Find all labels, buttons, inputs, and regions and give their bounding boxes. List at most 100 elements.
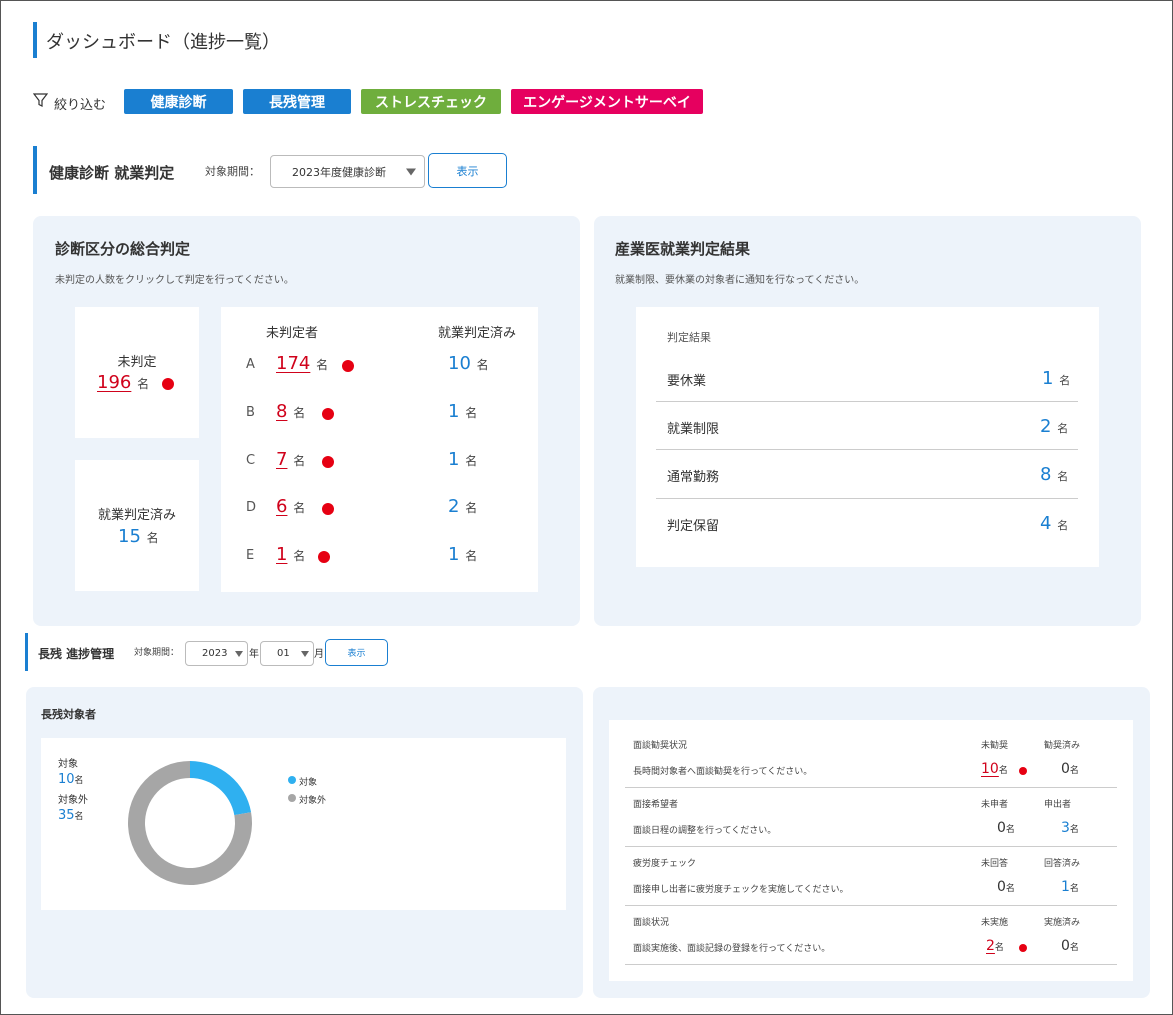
status-col2-count: 3名 — [1061, 820, 1079, 836]
overtime-targets-title: 長残対象者 — [41, 708, 96, 721]
grade-undetermined-value[interactable]: 6 — [276, 496, 287, 517]
grade-decided: 1 名 — [448, 544, 477, 565]
divider — [656, 401, 1078, 402]
doctor-result-label: 通常勤務 — [667, 470, 720, 485]
status-col1-count[interactable]: 2名 — [986, 938, 1004, 954]
unit-label: 名 — [1069, 825, 1079, 835]
grade-decided: 1 名 — [448, 401, 477, 422]
status-col1-value[interactable]: 2 — [986, 938, 995, 954]
target-label: 対象 — [58, 759, 78, 770]
doctor-result-label: 要休業 — [667, 374, 707, 389]
status-col2-header: 回答済み — [1044, 859, 1081, 869]
unit-label: 名 — [998, 766, 1008, 776]
status-row-desc: 長時間対象者へ面談勧奨を行ってください。 — [633, 767, 813, 777]
undetermined-label: 未判定 — [117, 355, 157, 370]
overtime-period-label: 対象期間： — [134, 648, 180, 658]
overtime-month-select[interactable]: 01 — [260, 641, 314, 666]
overtime-month-value: 01 — [277, 648, 290, 659]
doctor-result-count: 8 名 — [1040, 464, 1068, 485]
unit-label: 名 — [476, 358, 489, 372]
decided-total: 15 名 — [118, 526, 159, 547]
unit-label: 名 — [74, 812, 84, 822]
alert-dot-icon — [322, 408, 334, 420]
undetermined-total[interactable]: 196 名 — [97, 372, 149, 393]
doctor-result-count: 2 名 — [1040, 416, 1068, 437]
health-show-button[interactable]: 表示 — [428, 153, 507, 188]
grade-undetermined-value[interactable]: 8 — [276, 401, 287, 422]
grade-undetermined-value[interactable]: 1 — [276, 544, 287, 565]
health-section-accent-bar — [33, 146, 37, 194]
divider — [625, 846, 1117, 847]
target-count: 10名 — [58, 772, 84, 787]
status-col2-header: 申出者 — [1044, 800, 1072, 810]
doctor-result-label: 判定保留 — [667, 519, 720, 534]
filter-chip-overtime[interactable]: 長残管理 — [243, 89, 351, 114]
overall-judgment-title: 診断区分の総合判定 — [55, 240, 191, 258]
doctor-result-value: 1 — [1042, 368, 1054, 389]
status-row-title: 面接希望者 — [633, 800, 679, 810]
doctor-result-count: 1 名 — [1042, 368, 1070, 389]
grade-undetermined[interactable]: 8 名 — [276, 401, 305, 422]
grade-undetermined[interactable]: 174 名 — [276, 353, 328, 374]
alert-dot-icon — [162, 378, 174, 390]
status-col2-value: 0 — [1061, 938, 1070, 954]
divider — [625, 905, 1117, 906]
title-accent-bar — [33, 22, 37, 58]
health-period-value: 2023年度健康診断 — [292, 165, 386, 179]
unit-label: 名 — [1057, 422, 1069, 435]
filter-chip-engagement-survey[interactable]: エンゲージメントサーベイ — [511, 89, 703, 114]
doctor-result-value: 2 — [1040, 416, 1052, 437]
grade-decided-value: 1 — [448, 544, 460, 565]
col-undetermined-header: 未判定者 — [266, 326, 319, 341]
filter-chip-health-checkup[interactable]: 健康診断 — [124, 89, 233, 114]
unit-label: 名 — [316, 358, 329, 372]
divider — [656, 498, 1078, 499]
status-col1-header: 未実施 — [981, 918, 1009, 928]
donut-segment-target — [190, 761, 252, 816]
month-suffix: 月 — [314, 649, 324, 660]
unit-label: 名 — [1059, 374, 1071, 387]
unit-label: 名 — [1069, 766, 1079, 776]
undetermined-total-value[interactable]: 196 — [97, 372, 131, 393]
status-col1-header: 未勧奨 — [981, 741, 1009, 751]
health-period-select[interactable]: 2023年度健康診断 — [270, 155, 425, 188]
overtime-show-button[interactable]: 表示 — [325, 639, 388, 666]
overtime-chart-card — [41, 738, 566, 910]
chevron-down-icon — [301, 650, 309, 657]
filter-chip-stress-check[interactable]: ストレスチェック — [361, 89, 501, 114]
grade-label: D — [246, 500, 257, 515]
health-section-title: 健康診断 就業判定 — [49, 164, 175, 182]
nontarget-count-value: 35 — [58, 808, 75, 823]
unit-label: 名 — [465, 454, 478, 468]
overtime-donut-chart — [128, 761, 252, 885]
divider — [656, 449, 1078, 450]
legend-nontarget-swatch — [288, 794, 296, 802]
chevron-down-icon — [406, 168, 416, 175]
status-col1-value[interactable]: 10 — [981, 761, 999, 777]
unit-label: 名 — [1057, 519, 1069, 532]
unit-label: 名 — [465, 406, 478, 420]
grade-undetermined[interactable]: 6 名 — [276, 496, 305, 517]
grade-undetermined[interactable]: 1 名 — [276, 544, 305, 565]
unit-label: 名 — [465, 501, 478, 515]
grade-decided-value: 1 — [448, 401, 460, 422]
overtime-section-title: 長残 進捗管理 — [38, 647, 115, 661]
status-col2-header: 勧奨済み — [1044, 741, 1081, 751]
unit-label: 名 — [994, 943, 1004, 953]
unit-label: 名 — [465, 549, 478, 563]
grade-undetermined-value[interactable]: 7 — [276, 449, 287, 470]
nontarget-label: 対象外 — [58, 795, 88, 806]
grade-decided-value: 2 — [448, 496, 460, 517]
overtime-year-select[interactable]: 2023 — [185, 641, 248, 666]
grade-label: E — [246, 548, 255, 563]
grade-undetermined[interactable]: 7 名 — [276, 449, 305, 470]
filter-icon — [33, 93, 48, 107]
status-col1-count[interactable]: 10名 — [981, 761, 1008, 777]
unit-label: 名 — [1069, 884, 1079, 894]
doctor-judgment-title: 産業医就業判定結果 — [615, 240, 751, 258]
unit-label: 名 — [293, 501, 306, 515]
grade-decided: 2 名 — [448, 496, 477, 517]
status-col2-header: 実施済み — [1044, 918, 1081, 928]
divider — [625, 787, 1117, 788]
grade-undetermined-value[interactable]: 174 — [276, 353, 310, 374]
